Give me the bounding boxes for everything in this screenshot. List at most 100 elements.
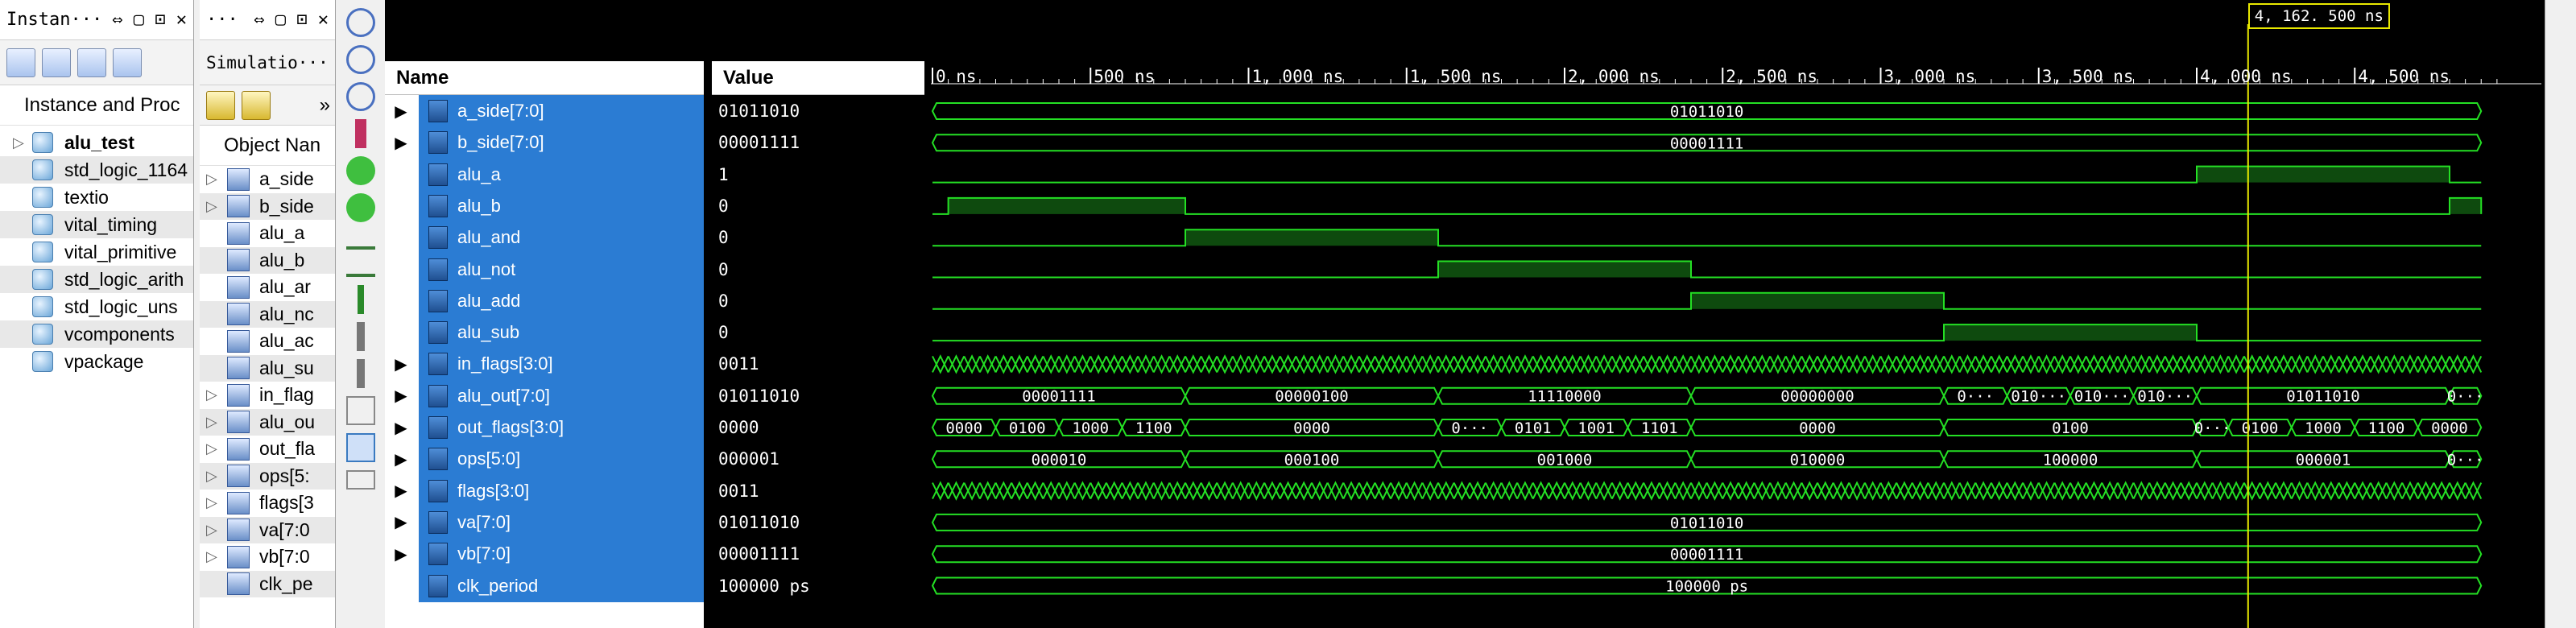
expand-arrow-icon[interactable]: ▶ [385,133,417,153]
instance-item[interactable]: textio [0,184,193,211]
instance-item[interactable]: vital_primitive [0,238,193,266]
expand-arrow-icon[interactable]: ▷ [206,522,227,539]
signal-row[interactable]: ▶ alu_out[7:0] [385,379,704,412]
name-column-header[interactable]: Name [385,61,704,95]
instance-toolbar-icon[interactable] [113,48,142,77]
trace-alu_out[7:0][interactable]: 00001111 00000100 11110000 00000000 0··· 010·… [931,386,2484,406]
object-item[interactable]: ▷ flags[3 [200,490,335,517]
go-to-start-icon[interactable] [346,156,375,185]
object-item[interactable]: ▷ ops[5: [200,462,335,490]
expand-arrow-icon[interactable]: ▷ [206,494,227,511]
bus-value-label: 00001111 [1670,546,1744,564]
object-item[interactable]: ▷ a_side [200,166,335,193]
expand-arrow-icon[interactable]: ▷ [206,171,227,188]
panel-window-controls[interactable]: ⇔ ▢ ⊡ ✕ [254,10,329,30]
object-item[interactable]: ▷ vb[7:0 [200,543,335,571]
object-item[interactable]: ▷ in_flag [200,382,335,409]
signal-row[interactable]: ▶ in_flags[3:0] [385,348,704,381]
floating-ruler-icon[interactable] [346,470,375,490]
expand-arrow-icon[interactable]: ▶ [385,449,417,469]
previous-marker-icon[interactable] [357,322,365,351]
instance-toolbar-icon[interactable] [6,48,35,77]
more-chevron-icon[interactable]: » [320,94,330,117]
clock-cycle [1453,354,1471,373]
instance-item[interactable]: vcomponents [0,320,193,348]
trace-ops[5:0][interactable]: 000010 000100 001000 010000 100000 000001 0··· [931,450,2484,469]
signal-row[interactable]: clk_period [385,569,704,602]
signal-name-group: a_side[7:0] [425,100,544,122]
object-item[interactable]: ▷ out_fla [200,436,335,463]
signal-row[interactable]: alu_not [385,253,704,286]
signal-row[interactable]: alu_sub [385,316,704,349]
object-item[interactable]: alu_b [200,246,335,274]
expand-arrow-icon[interactable]: ▷ [206,386,227,403]
signal-name: flags[3:0] [457,480,530,501]
expand-arrow-icon[interactable]: ▷ [206,198,227,215]
signal-row[interactable]: ▶ ops[5:0] [385,443,704,476]
signal-row[interactable]: ▶ flags[3:0] [385,474,704,507]
expand-arrow-icon[interactable]: ▶ [385,512,417,532]
object-item[interactable]: ▷ va[7:0 [200,516,335,543]
expand-arrow-icon[interactable]: ▷ [206,440,227,457]
objects-toolbar-icon[interactable] [242,90,271,120]
expand-arrow-icon[interactable]: ▶ [385,481,417,501]
expand-arrow-icon[interactable]: ▶ [385,418,417,438]
expand-arrow-icon[interactable]: ▷ [206,468,227,485]
previous-transition-icon[interactable] [346,230,375,250]
signal-row[interactable]: ▶ out_flags[3:0] [385,411,704,444]
expand-arrow-icon[interactable]: ▶ [385,544,417,564]
swap-cursors-icon[interactable] [346,396,375,425]
expand-arrow-icon[interactable]: ▷ [206,548,227,565]
object-item[interactable]: clk_pe [200,570,335,597]
signal-row[interactable]: alu_add [385,284,704,317]
clock-cycle [2006,355,2024,374]
zoom-fit-icon[interactable] [346,82,375,111]
signal-row[interactable]: alu_a [385,158,704,191]
clock-cycle [2322,481,2340,500]
signal-row[interactable]: ▶ va[7:0] [385,506,704,539]
object-item[interactable]: alu_a [200,220,335,247]
expand-arrow-icon[interactable]: ▶ [385,101,417,122]
instance-toolbar-icon[interactable] [77,48,106,77]
zoom-in-icon[interactable] [346,8,375,37]
object-item[interactable]: alu_ar [200,274,335,301]
next-marker-icon[interactable] [357,359,365,388]
signal-row[interactable]: ▶ a_side[7:0] [385,95,704,127]
zoom-out-icon[interactable] [346,45,375,74]
expand-arrow-icon[interactable]: ▷ [13,134,32,151]
go-to-cursor-icon[interactable] [355,119,366,148]
instance-item[interactable]: vpackage [0,348,193,375]
instance-item[interactable]: std_logic_arith [0,266,193,293]
instance-item[interactable]: std_logic_uns [0,293,193,320]
object-item[interactable]: alu_ac [200,328,335,355]
clock-cycle [2053,482,2071,501]
expand-arrow-icon[interactable]: ▷ [206,414,227,431]
instance-item[interactable]: vital_timing [0,211,193,238]
signal-row[interactable]: alu_b [385,189,704,222]
object-item[interactable]: ▷ alu_ou [200,408,335,436]
simulation-tab[interactable]: Simulatio··· [206,53,329,72]
panel-window-controls[interactable]: ⇔ ▢ ⊡ ✕ [112,10,187,30]
snap-to-transition-icon[interactable] [346,433,375,462]
expand-arrow-icon[interactable]: ▶ [385,386,417,406]
next-transition-icon[interactable] [346,258,375,277]
vertical-scrollbar[interactable] [2545,0,2576,628]
signal-row[interactable]: ▶ vb[7:0] [385,538,704,571]
signal-row[interactable]: alu_and [385,221,704,254]
expand-arrow-icon[interactable]: ▶ [385,354,417,374]
signal-row[interactable]: ▶ b_side[7:0] [385,126,704,159]
add-marker-icon[interactable] [358,285,364,314]
value-column-header[interactable]: Value [712,61,924,95]
objects-toolbar-icon[interactable] [206,90,235,120]
object-item[interactable]: ▷ b_side [200,192,335,220]
object-item[interactable]: alu_nc [200,300,335,328]
instance-item[interactable]: std_logic_1164 [0,156,193,184]
instance-item[interactable]: ▷ alu_test [0,129,193,156]
object-item[interactable]: alu_su [200,354,335,382]
clock-cycle [2101,355,2119,374]
go-to-end-icon[interactable] [346,193,375,222]
clock-cycle [2401,355,2419,374]
instance-toolbar-icon[interactable] [42,48,71,77]
waveform-plot[interactable]: 010110100000111100001111 00000100 11110000… [931,0,2541,628]
signal-name: in_flags[3:0] [457,353,553,374]
